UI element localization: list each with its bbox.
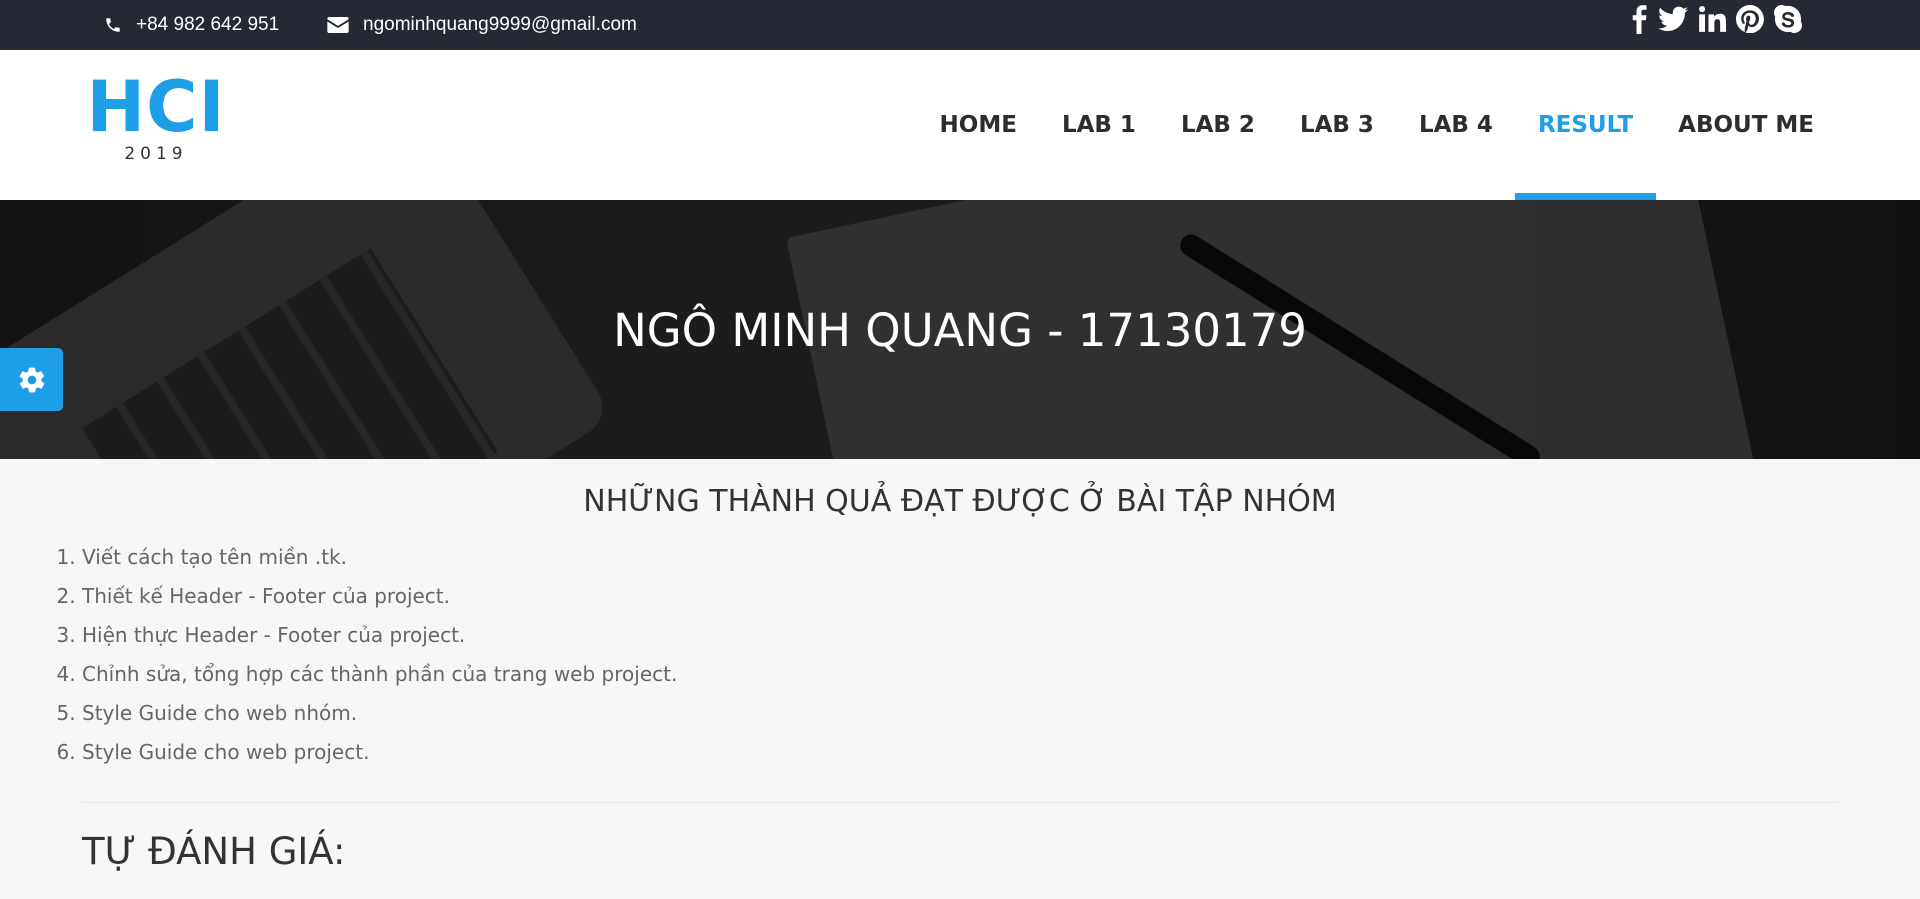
hero-title: NGÔ MINH QUANG - 17130179 [613,304,1307,357]
pinterest-icon[interactable] [1736,5,1764,33]
settings-button[interactable] [0,348,63,411]
achievements-list: Viết cách tạo tên miền .tk. Thiết kế Hea… [34,538,677,772]
contact-phone[interactable]: +84 982 642 951 [104,0,279,50]
nav-item-lab-2[interactable]: LAB 2 [1158,50,1277,200]
list-item: Hiện thực Header - Footer của project. [82,616,677,655]
main-nav: HOME LAB 1 LAB 2 LAB 3 LAB 4 RESULT ABOU… [917,50,1920,200]
divider [82,802,1838,803]
envelope-icon [327,17,349,33]
nav-item-lab-4[interactable]: LAB 4 [1396,50,1515,200]
gear-icon [19,367,44,392]
list-item: Viết cách tạo tên miền .tk. [82,538,677,577]
twitter-icon[interactable] [1658,6,1688,32]
list-item: Style Guide cho web nhóm. [82,694,677,733]
site-header: HCI 2019 HOME LAB 1 LAB 2 LAB 3 LAB 4 RE… [0,50,1920,200]
list-item: Thiết kế Header - Footer của project. [82,577,677,616]
top-bar: +84 982 642 951 ngominhquang9999@gmail.c… [0,0,1920,50]
email-text: ngominhquang9999@gmail.com [363,14,637,35]
facebook-icon[interactable] [1630,4,1648,34]
nav-item-about-me[interactable]: ABOUT ME [1656,50,1920,200]
section-title: NHỮNG THÀNH QUẢ ĐẠT ĐƯỢC Ở BÀI TẬP NHÓM [583,484,1337,519]
social-links [1630,4,1802,34]
logo-text: HCI [86,66,226,148]
skype-icon[interactable] [1774,5,1802,33]
linkedin-icon[interactable] [1698,5,1726,33]
nav-item-result[interactable]: RESULT [1515,50,1656,200]
site-logo[interactable]: HCI 2019 [86,72,226,164]
nav-item-lab-1[interactable]: LAB 1 [1039,50,1158,200]
list-item: Style Guide cho web project. [82,733,677,772]
nav-item-home[interactable]: HOME [917,50,1039,200]
nav-item-lab-3[interactable]: LAB 3 [1277,50,1396,200]
self-evaluation-heading: TỰ ĐÁNH GIÁ: [82,830,346,873]
list-item: Chỉnh sửa, tổng hợp các thành phần của t… [82,655,677,694]
hero-banner: NGÔ MINH QUANG - 17130179 [0,200,1920,459]
phone-icon [106,18,120,32]
phone-text: +84 982 642 951 [136,14,280,35]
contact-email[interactable]: ngominhquang9999@gmail.com [327,0,637,50]
